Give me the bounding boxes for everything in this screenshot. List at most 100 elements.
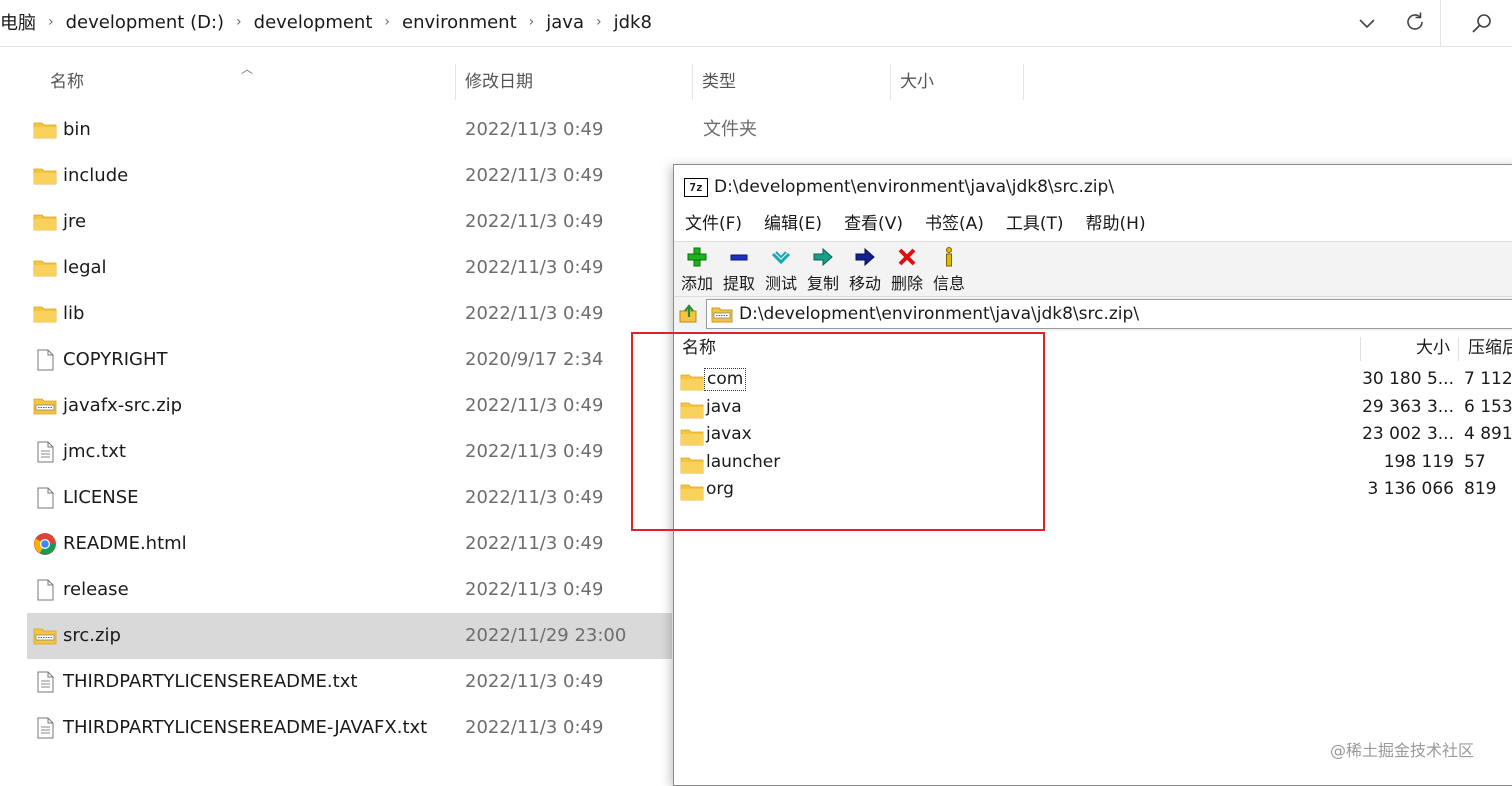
file-date: 2022/11/3 0:49 bbox=[465, 487, 604, 508]
toolbar-label: 添加 bbox=[680, 274, 713, 293]
column-divider[interactable] bbox=[890, 64, 891, 100]
file-name: release bbox=[63, 579, 129, 600]
folder-icon bbox=[33, 302, 57, 326]
menu-item[interactable]: 工具(T) bbox=[995, 209, 1075, 239]
file-date: 2022/11/3 0:49 bbox=[465, 165, 604, 186]
file-row[interactable]: THIRDPARTYLICENSEREADME.txt 2022/11/3 0:4… bbox=[27, 659, 672, 705]
up-folder-icon[interactable] bbox=[678, 303, 700, 325]
extract-button[interactable]: 提取 bbox=[718, 242, 760, 296]
column-header-size[interactable]: 大小 bbox=[900, 60, 934, 104]
address-bar[interactable]: 电脑 › development (D:) › development › environm… bbox=[0, 0, 1512, 47]
file-row[interactable]: COPYRIGHT 2020/9/17 2:34 bbox=[27, 337, 672, 383]
window-title: D:\development\environment\java\jdk8\src… bbox=[714, 177, 1115, 197]
column-header-packed[interactable]: 压缩后 bbox=[1468, 335, 1512, 361]
breadcrumb-item[interactable]: development bbox=[254, 12, 373, 33]
toolbar-label: 删除 bbox=[890, 274, 923, 293]
file-icon bbox=[33, 348, 57, 372]
column-divider[interactable] bbox=[1458, 337, 1459, 361]
file-type: 文件夹 bbox=[703, 119, 757, 140]
file-name: LICENSE bbox=[63, 487, 139, 508]
menu-item[interactable]: 书签(A) bbox=[914, 209, 995, 239]
info-icon bbox=[946, 247, 952, 267]
entry-size: 198 119 bbox=[1383, 451, 1454, 472]
menu-item[interactable]: 帮助(H) bbox=[1075, 209, 1157, 239]
extract-icon bbox=[730, 254, 748, 261]
file-name: jmc.txt bbox=[63, 441, 126, 462]
file-name: jre bbox=[63, 211, 87, 232]
toolbar-label: 移动 bbox=[848, 274, 881, 293]
delete-icon bbox=[898, 248, 916, 266]
chrome-icon bbox=[33, 532, 57, 556]
column-divider[interactable] bbox=[1023, 64, 1024, 100]
file-date: 2022/11/3 0:49 bbox=[465, 717, 604, 738]
column-header-type[interactable]: 类型 bbox=[702, 60, 736, 104]
menu-item[interactable]: 编辑(E) bbox=[753, 209, 833, 239]
add-button[interactable]: 添加 bbox=[676, 242, 718, 296]
test-icon bbox=[771, 251, 791, 265]
breadcrumb-item[interactable]: java bbox=[546, 12, 584, 33]
file-row[interactable]: release 2022/11/3 0:49 bbox=[27, 567, 672, 613]
file-row[interactable]: jre 2022/11/3 0:49 bbox=[27, 199, 672, 245]
column-header-modified[interactable]: 修改日期 bbox=[465, 60, 533, 104]
entry-packed: 6 153 bbox=[1464, 396, 1512, 417]
divider bbox=[1440, 0, 1441, 46]
file-name: lib bbox=[63, 303, 85, 324]
chevron-right-icon[interactable]: › bbox=[596, 14, 602, 30]
chevron-right-icon[interactable]: › bbox=[384, 14, 390, 30]
entry-size: 23 002 3... bbox=[1362, 424, 1454, 444]
window-titlebar[interactable]: 7z D:\development\environment\java\jdk8\… bbox=[674, 165, 1512, 209]
copy-icon bbox=[813, 247, 833, 267]
path-input[interactable]: D:\development\environment\java\jdk8\src… bbox=[706, 299, 1512, 329]
column-divider[interactable] bbox=[455, 64, 456, 100]
file-row[interactable]: lib 2022/11/3 0:49 bbox=[27, 291, 672, 337]
file-name: COPYRIGHT bbox=[63, 349, 168, 370]
test-button[interactable]: 测试 bbox=[760, 242, 802, 296]
entry-packed: 4 891 bbox=[1464, 424, 1512, 444]
entry-size: 30 180 5... bbox=[1362, 369, 1454, 389]
menu-bar: 文件(F) 编辑(E) 查看(V) 书签(A) 工具(T) 帮助(H) bbox=[674, 209, 1512, 239]
file-date: 2022/11/3 0:49 bbox=[465, 533, 604, 554]
file-row[interactable]: LICENSE 2022/11/3 0:49 bbox=[27, 475, 672, 521]
folder-icon bbox=[33, 118, 57, 142]
info-button[interactable]: 信息 bbox=[928, 242, 970, 296]
file-name: README.html bbox=[63, 533, 187, 554]
file-row[interactable]: README.html 2022/11/3 0:49 bbox=[27, 521, 672, 567]
chevron-right-icon[interactable]: › bbox=[529, 14, 535, 30]
refresh-icon[interactable] bbox=[1403, 10, 1427, 34]
breadcrumb-item[interactable]: jdk8 bbox=[614, 12, 652, 33]
file-icon bbox=[33, 578, 57, 602]
breadcrumb-item[interactable]: development (D:) bbox=[66, 12, 224, 33]
breadcrumb-item[interactable]: environment bbox=[402, 12, 517, 33]
move-button[interactable]: 移动 bbox=[844, 242, 886, 296]
breadcrumb-item[interactable]: 电脑 bbox=[0, 9, 36, 35]
file-row[interactable]: src.zip 2022/11/29 23:00 bbox=[27, 613, 672, 659]
file-row[interactable]: jmc.txt 2022/11/3 0:49 bbox=[27, 429, 672, 475]
column-header-size[interactable]: 大小 bbox=[1416, 335, 1450, 361]
chevron-down-icon[interactable] bbox=[1356, 12, 1378, 34]
column-header-name[interactable]: 名称 bbox=[50, 60, 84, 104]
chevron-right-icon[interactable]: › bbox=[48, 14, 54, 30]
folder-icon bbox=[33, 256, 57, 280]
file-date: 2022/11/3 0:49 bbox=[465, 211, 604, 232]
file-date: 2022/11/3 0:49 bbox=[465, 441, 604, 462]
file-name: legal bbox=[63, 257, 107, 278]
file-row[interactable]: legal 2022/11/3 0:49 bbox=[27, 245, 672, 291]
delete-button[interactable]: 删除 bbox=[886, 242, 928, 296]
file-name: THIRDPARTYLICENSEREADME.txt bbox=[63, 671, 358, 692]
chevron-right-icon[interactable]: › bbox=[236, 14, 242, 30]
move-icon bbox=[855, 247, 875, 267]
file-row[interactable]: include 2022/11/3 0:49 bbox=[27, 153, 672, 199]
column-divider[interactable] bbox=[1360, 337, 1361, 361]
column-headers: 名称 修改日期 类型 大小 bbox=[0, 60, 1512, 104]
copy-button[interactable]: 复制 bbox=[802, 242, 844, 296]
path-text: D:\development\environment\java\jdk8\src… bbox=[739, 304, 1140, 324]
menu-item[interactable]: 文件(F) bbox=[674, 209, 753, 239]
file-icon bbox=[33, 486, 57, 510]
text-file-icon bbox=[33, 670, 57, 694]
menu-item[interactable]: 查看(V) bbox=[833, 209, 914, 239]
file-row[interactable]: THIRDPARTYLICENSEREADME-JAVAFX.txt 2022/1… bbox=[27, 705, 672, 751]
file-row[interactable]: bin 2022/11/3 0:49 文件夹 bbox=[27, 107, 757, 153]
search-icon[interactable] bbox=[1470, 12, 1494, 36]
file-row[interactable]: javafx-src.zip 2022/11/3 0:49 bbox=[27, 383, 672, 429]
column-divider[interactable] bbox=[692, 64, 693, 100]
